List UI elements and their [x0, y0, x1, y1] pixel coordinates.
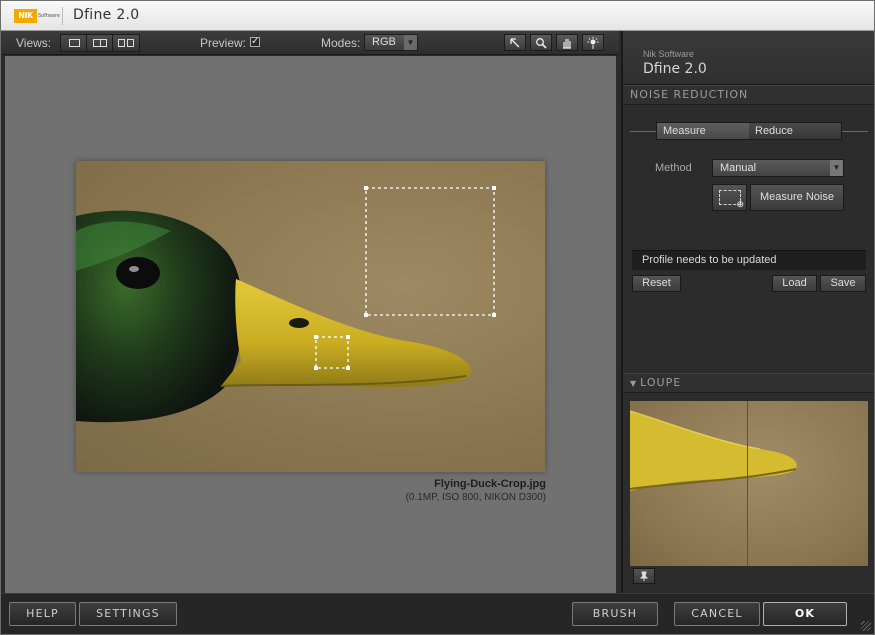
split-view-button[interactable]: [87, 35, 113, 51]
zoom-icon: [536, 38, 547, 49]
reset-button[interactable]: Reset: [632, 275, 681, 292]
load-button[interactable]: Load: [772, 275, 817, 292]
nik-logo-mark: NIK: [14, 9, 37, 23]
triangle-down-icon: ▼: [630, 379, 638, 388]
modes-select[interactable]: RGB ▼: [364, 34, 418, 51]
hand-icon: [563, 39, 571, 49]
profile-status: Profile needs to be updated: [632, 250, 866, 270]
plus-icon: ⊕: [736, 200, 744, 210]
brand-company: Nik Software: [643, 49, 695, 59]
brush-button[interactable]: BRUSH: [572, 602, 658, 626]
pin-icon: [639, 571, 649, 581]
preview-checkbox[interactable]: ✓: [250, 37, 260, 47]
side-by-side-view-icon: [118, 39, 125, 47]
ok-button[interactable]: OK: [763, 602, 847, 626]
loupe-pin-button[interactable]: [633, 568, 655, 584]
method-value: Manual: [720, 162, 757, 174]
add-rectangle-button[interactable]: ⊕: [712, 184, 747, 211]
help-button[interactable]: HELP: [9, 602, 76, 626]
light-icon: [587, 37, 599, 49]
preview-label: Preview:: [200, 36, 247, 50]
window-title: Dfine 2.0: [73, 7, 140, 23]
file-name: Flying-Duck-Crop.jpg: [434, 478, 546, 490]
side-by-side-view-button[interactable]: [113, 35, 139, 51]
chevron-down-icon: ▼: [404, 35, 417, 50]
side-by-side-view-icon-right: [127, 39, 134, 47]
zoom-tool-button[interactable]: [530, 34, 552, 51]
chevron-down-icon: ▼: [830, 160, 843, 176]
panel-header: Nik Software Dfine 2.0: [623, 31, 874, 85]
file-meta: (0.1MP, ISO 800, NIKON D300): [405, 492, 546, 503]
loupe-view[interactable]: [630, 401, 868, 566]
single-view-icon: [69, 39, 80, 47]
image-preview-area[interactable]: Flying-Duck-Crop.jpg (0.1MP, ISO 800, NI…: [5, 56, 616, 593]
views-label: Views:: [16, 36, 52, 50]
pointer-tool-button[interactable]: [504, 34, 526, 51]
bottom-bar: HELP SETTINGS BRUSH CANCEL OK: [1, 593, 874, 634]
brand-product: Dfine 2.0: [643, 61, 707, 77]
loupe-title: LOUPE: [640, 376, 682, 389]
pointer-icon: [510, 38, 520, 48]
measure-noise-button[interactable]: Measure Noise: [750, 184, 844, 211]
control-panel: Nik Software Dfine 2.0 NOISE REDUCTION M…: [621, 31, 874, 593]
nik-logo-sub: Software: [37, 13, 60, 19]
tab-measure[interactable]: Measure: [657, 123, 749, 139]
dfine-window: NIK Software Dfine 2.0 Views: Preview: ✓…: [0, 0, 875, 635]
resize-grip[interactable]: [861, 621, 871, 631]
hand-tool-button[interactable]: [556, 34, 578, 51]
noise-reduction-header: NOISE REDUCTION: [623, 85, 874, 105]
cancel-button[interactable]: CANCEL: [674, 602, 760, 626]
light-tool-button[interactable]: [582, 34, 604, 51]
save-button[interactable]: Save: [820, 275, 866, 292]
loupe-header[interactable]: ▼ LOUPE: [623, 373, 874, 393]
tab-divider-right: [842, 131, 868, 132]
settings-button[interactable]: SETTINGS: [79, 602, 177, 626]
toolbar: Views: Preview: ✓ Modes: RGB ▼: [1, 31, 619, 55]
modes-value: RGB: [372, 36, 396, 48]
photo-preview[interactable]: [76, 161, 545, 472]
views-button-group: [60, 34, 140, 52]
tab-divider-left: [630, 131, 656, 132]
method-label: Method: [655, 162, 692, 174]
modes-label: Modes:: [321, 36, 361, 50]
title-bar: NIK Software Dfine 2.0: [1, 1, 874, 31]
nik-logo: NIK Software: [14, 9, 60, 23]
single-view-button[interactable]: [61, 35, 87, 51]
measure-reduce-tabs: Measure Reduce: [656, 122, 842, 140]
loupe-split-line[interactable]: [747, 401, 748, 566]
split-view-icon: [93, 39, 107, 47]
duck-photo: [76, 186, 496, 423]
tab-reduce[interactable]: Reduce: [749, 123, 841, 139]
loupe-image: [630, 410, 797, 491]
title-divider: [62, 7, 63, 25]
method-select[interactable]: Manual ▼: [712, 159, 844, 177]
